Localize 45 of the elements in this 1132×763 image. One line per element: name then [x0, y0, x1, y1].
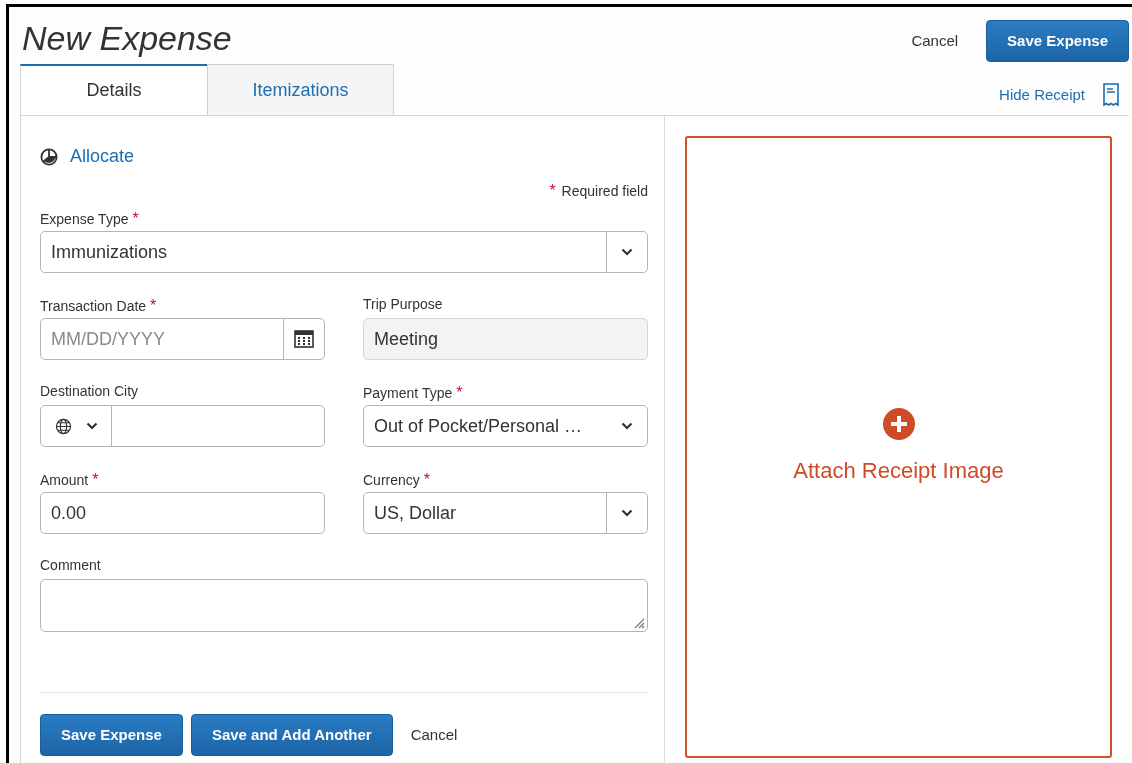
field-label: Destination City	[40, 382, 139, 401]
chevron-down-icon	[621, 509, 633, 517]
required-asterisk: *	[92, 470, 99, 490]
field-label: Payment Type	[363, 384, 453, 403]
required-asterisk: *	[150, 296, 157, 316]
required-asterisk: *	[549, 181, 556, 201]
required-asterisk: *	[456, 383, 463, 403]
chevron-down-icon	[621, 248, 633, 256]
field-label: Transaction Date	[40, 297, 147, 316]
attach-receipt-label: Attach Receipt Image	[793, 456, 1004, 485]
cancel-link[interactable]: Cancel	[901, 29, 969, 53]
amount-field[interactable]: 0.00	[40, 492, 325, 534]
pie-chart-icon[interactable]	[40, 147, 58, 166]
field-label: Comment	[40, 556, 101, 575]
select-field[interactable]: Out of Pocket/Personal …	[363, 405, 648, 447]
required-asterisk: *	[132, 209, 139, 229]
field-label: Currency	[363, 471, 420, 490]
field-label: Amount	[40, 471, 89, 490]
field-label: Expense Type	[40, 210, 129, 229]
cancel-link[interactable]: Cancel	[400, 723, 468, 747]
comment-field[interactable]	[40, 579, 648, 632]
add-circle-icon	[882, 407, 915, 440]
page-title: New Expense	[22, 21, 232, 55]
receipt-icon[interactable]	[1103, 83, 1119, 107]
hide-receipt-link[interactable]: Hide Receipt	[999, 83, 1085, 107]
calendar-icon	[294, 330, 314, 348]
field-label: Trip Purpose	[363, 295, 443, 314]
destination-city-field[interactable]	[40, 405, 325, 447]
required-asterisk: *	[423, 470, 431, 490]
globe-icon	[54, 417, 72, 435]
chevron-down-icon	[620, 422, 633, 430]
receipt-drop-zone[interactable]: Attach Receipt Image	[685, 136, 1112, 758]
resize-handle-icon[interactable]	[633, 617, 645, 629]
allocate-link[interactable]: Allocate	[70, 143, 135, 170]
tab[interactable]: Details	[20, 64, 207, 115]
save-button[interactable]: Save Expense	[986, 20, 1129, 62]
select-field[interactable]: US, Dollar	[363, 492, 648, 534]
trip-purpose-field: Meeting	[363, 318, 648, 360]
save-button[interactable]: Save Expense	[40, 714, 183, 756]
select-field[interactable]: Immunizations	[40, 231, 648, 273]
date-field[interactable]: MM/DD/YYYY	[40, 318, 325, 360]
tab[interactable]: Itemizations	[207, 64, 394, 115]
required-field-note: Required field	[561, 182, 648, 201]
chevron-down-icon	[85, 422, 98, 430]
save-button[interactable]: Save and Add Another	[190, 714, 393, 756]
